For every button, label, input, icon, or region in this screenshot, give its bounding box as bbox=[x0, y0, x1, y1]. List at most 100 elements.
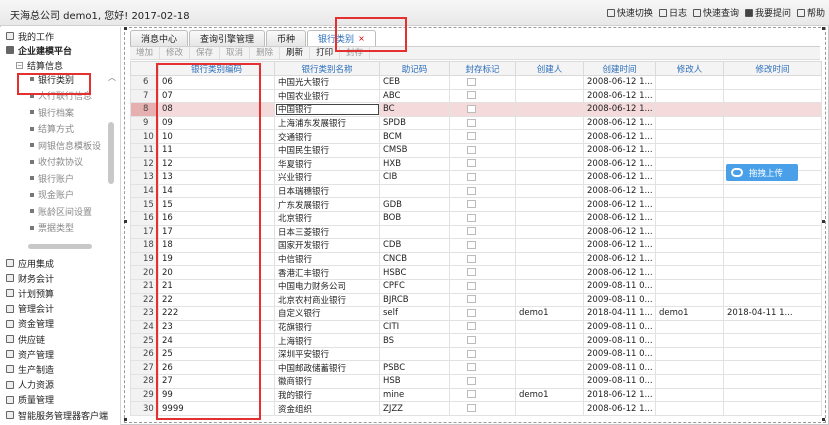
quick-query-link[interactable]: 快速查询 bbox=[692, 6, 739, 19]
tab-currency[interactable]: 币种 bbox=[266, 30, 307, 46]
table-cell[interactable] bbox=[655, 224, 724, 240]
table-cell[interactable]: 2009-08-11 0... bbox=[583, 360, 656, 376]
table-cell[interactable] bbox=[723, 197, 822, 212]
table-cell[interactable] bbox=[655, 197, 724, 212]
table-cell[interactable] bbox=[515, 224, 584, 240]
table-cell[interactable]: 中国银行 bbox=[274, 102, 380, 117]
table-row[interactable]: 12 12 华夏银行 HXB 2008-06-12 1... bbox=[130, 156, 822, 172]
table-row[interactable]: 27 26 中国邮政储蓄银行 PSBC 2009-08-11 0... bbox=[130, 360, 822, 376]
seal-checkbox[interactable] bbox=[467, 172, 476, 181]
row-number-cell[interactable]: 14 bbox=[130, 183, 159, 199]
table-cell[interactable] bbox=[723, 142, 822, 158]
table-row[interactable]: 11 11 中国民生银行 CMSB 2008-06-12 1... bbox=[130, 142, 822, 158]
table-cell[interactable] bbox=[655, 129, 724, 144]
table-cell[interactable]: 深圳平安银行 bbox=[274, 346, 380, 362]
seal-checkbox[interactable] bbox=[467, 240, 476, 249]
table-cell[interactable] bbox=[515, 88, 584, 104]
table-cell[interactable] bbox=[723, 319, 822, 335]
table-cell[interactable] bbox=[515, 374, 584, 389]
row-number-cell[interactable]: 19 bbox=[130, 251, 159, 267]
seal-checkbox[interactable] bbox=[467, 336, 476, 345]
table-cell[interactable] bbox=[723, 346, 822, 362]
seal-checkbox[interactable] bbox=[467, 159, 476, 168]
seal-flag-cell[interactable] bbox=[449, 360, 516, 376]
table-cell[interactable]: 中国邮政储蓄银行 bbox=[274, 360, 380, 376]
sidebar-subitem[interactable]: 收付款协议 bbox=[30, 155, 83, 169]
table-row[interactable]: 13 13 兴业银行 CIB 2008-06-12 1... bbox=[130, 170, 822, 185]
table-cell[interactable]: 08 bbox=[158, 102, 275, 117]
seal-flag-cell[interactable] bbox=[449, 251, 516, 267]
table-cell[interactable]: 24 bbox=[158, 333, 275, 348]
table-cell[interactable]: CIB bbox=[379, 170, 450, 185]
table-cell[interactable] bbox=[723, 401, 822, 416]
table-cell[interactable] bbox=[723, 374, 822, 389]
sidebar-group-settlement[interactable]: − 结算信息 bbox=[0, 58, 63, 72]
seal-flag-cell[interactable] bbox=[449, 387, 516, 403]
table-cell[interactable]: CEB bbox=[379, 75, 450, 90]
table-cell[interactable]: 2008-06-12 1... bbox=[583, 401, 656, 416]
table-cell[interactable] bbox=[723, 278, 822, 294]
log-link[interactable]: 日志 bbox=[658, 6, 687, 19]
seal-flag-cell[interactable] bbox=[449, 75, 516, 90]
sidebar-item-enterprise[interactable]: 企业建模平台 bbox=[0, 43, 72, 57]
table-cell[interactable] bbox=[655, 333, 724, 348]
sidebar-subitem[interactable]: 银行档案 bbox=[30, 105, 74, 119]
table-cell[interactable]: 2018-04-11 1... bbox=[583, 306, 656, 321]
table-cell[interactable] bbox=[655, 238, 724, 253]
table-cell[interactable]: PSBC bbox=[379, 360, 450, 376]
table-cell[interactable]: 2008-06-12 1... bbox=[583, 115, 656, 131]
table-cell[interactable] bbox=[655, 401, 724, 416]
row-number-cell[interactable]: 15 bbox=[130, 197, 159, 212]
seal-flag-cell[interactable] bbox=[449, 333, 516, 348]
table-cell[interactable]: 中国民生银行 bbox=[274, 142, 380, 158]
sidebar-module[interactable]: 管理会计 bbox=[0, 302, 54, 316]
table-cell[interactable] bbox=[723, 75, 822, 90]
table-cell[interactable]: 12 bbox=[158, 156, 275, 172]
table-cell[interactable]: 徽商银行 bbox=[274, 374, 380, 389]
row-number-cell[interactable]: 30 bbox=[130, 401, 159, 416]
table-cell[interactable]: HSBC bbox=[379, 265, 450, 280]
table-cell[interactable]: 中国农业银行 bbox=[274, 88, 380, 104]
table-cell[interactable]: 2008-06-12 1... bbox=[583, 238, 656, 253]
table-cell[interactable] bbox=[655, 265, 724, 280]
table-cell[interactable]: CPFC bbox=[379, 278, 450, 294]
table-cell[interactable]: 中国光大银行 bbox=[274, 75, 380, 90]
quick-switch-link[interactable]: 快速切换 bbox=[606, 6, 653, 19]
table-cell[interactable] bbox=[515, 170, 584, 185]
table-cell[interactable]: 23 bbox=[158, 319, 275, 335]
seal-flag-cell[interactable] bbox=[449, 224, 516, 240]
table-cell[interactable] bbox=[515, 238, 584, 253]
seal-checkbox[interactable] bbox=[467, 281, 476, 290]
table-cell[interactable]: 21 bbox=[158, 278, 275, 294]
table-cell[interactable]: ZJZZ bbox=[379, 401, 450, 416]
table-row[interactable]: 22 22 北京农村商业银行 BJRCB 2009-08-11 0... bbox=[130, 292, 822, 308]
table-cell[interactable]: 资金组织 bbox=[274, 401, 380, 416]
table-cell[interactable]: 2009-08-11 0... bbox=[583, 346, 656, 362]
seal-checkbox[interactable] bbox=[467, 404, 476, 413]
table-cell[interactable] bbox=[379, 183, 450, 199]
table-cell[interactable]: 07 bbox=[158, 88, 275, 104]
tab-query-engine[interactable]: 查询引擎管理 bbox=[189, 30, 266, 46]
table-row[interactable]: 16 16 北京银行 BOB 2008-06-12 1... bbox=[130, 210, 822, 226]
table-row[interactable]: 17 17 日本三菱银行 2008-06-12 1... bbox=[130, 224, 822, 240]
table-cell[interactable] bbox=[515, 360, 584, 376]
table-cell[interactable]: 中国电力财务公司 bbox=[274, 278, 380, 294]
resize-handle[interactable] bbox=[822, 418, 825, 421]
table-cell[interactable]: CDB bbox=[379, 238, 450, 253]
table-cell[interactable]: 2009-08-11 0... bbox=[583, 319, 656, 335]
column-header[interactable]: 修改时间 bbox=[723, 61, 822, 76]
table-cell[interactable] bbox=[655, 75, 724, 90]
table-cell[interactable]: self bbox=[379, 306, 450, 321]
seal-flag-cell[interactable] bbox=[449, 278, 516, 294]
table-cell[interactable] bbox=[655, 142, 724, 158]
table-cell[interactable] bbox=[515, 183, 584, 199]
sidebar-module[interactable]: 财务会计 bbox=[0, 271, 54, 285]
table-cell[interactable] bbox=[723, 333, 822, 348]
column-header[interactable]: 创建人 bbox=[515, 61, 584, 76]
table-cell[interactable]: 香港汇丰银行 bbox=[274, 265, 380, 280]
table-cell[interactable] bbox=[655, 183, 724, 199]
table-cell[interactable]: BJRCB bbox=[379, 292, 450, 308]
row-number-cell[interactable]: 29 bbox=[130, 387, 159, 403]
table-row[interactable]: 21 21 中国电力财务公司 CPFC 2009-08-11 0... bbox=[130, 278, 822, 294]
row-number-cell[interactable]: 18 bbox=[130, 238, 159, 253]
